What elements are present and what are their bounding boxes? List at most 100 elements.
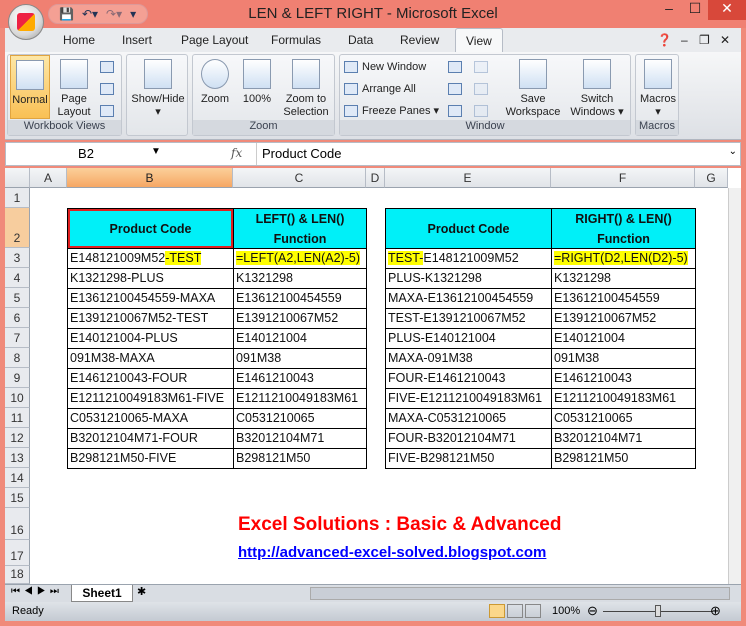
insert-function-button[interactable]: fx (231, 146, 242, 160)
normal-view-icon[interactable] (489, 604, 505, 618)
insert-sheet-icon[interactable]: ✱ (137, 585, 146, 598)
cell-f4[interactable]: K1321298 (551, 268, 696, 289)
column-header-C[interactable]: C (233, 168, 366, 188)
sync-scroll-icon[interactable] (474, 83, 492, 96)
cell-b4[interactable]: K1321298-PLUS (67, 268, 234, 289)
cell-e11[interactable]: MAXA-C0531210065 (385, 408, 552, 429)
side-by-side-icon[interactable] (474, 61, 492, 74)
cell-f5[interactable]: E13612100454559 (551, 288, 696, 309)
cell-e6[interactable]: TEST-E1391210067M52 (385, 308, 552, 329)
cell-e13[interactable]: FIVE-B298121M50 (385, 448, 552, 469)
office-button[interactable] (8, 4, 44, 40)
sheet-tab-sheet1[interactable]: Sheet1 (71, 585, 133, 602)
restore-icon[interactable]: ❐ (699, 33, 710, 47)
freeze-panes-button[interactable]: Freeze Panes ▾ (344, 105, 439, 118)
name-box-dropdown-icon[interactable]: ▼ (151, 146, 161, 157)
maximize-button[interactable]: ☐ (682, 0, 708, 20)
cell-c6[interactable]: E1391210067M52 (233, 308, 367, 329)
cell-b5[interactable]: E13612100454559-MAXA (67, 288, 234, 309)
help-icon[interactable]: ❓ (657, 33, 672, 47)
page-break-preview-icon[interactable] (100, 61, 118, 74)
cell-e9[interactable]: FOUR-E1461210043 (385, 368, 552, 389)
cell-b12[interactable]: B32012104M71-FOUR (67, 428, 234, 449)
name-box[interactable]: B2 (6, 143, 166, 165)
row-header-6[interactable]: 6 (5, 308, 30, 328)
cell-f9[interactable]: E1461210043 (551, 368, 696, 389)
tab-data[interactable]: Data (348, 33, 373, 47)
cell-c5[interactable]: E13612100454559 (233, 288, 367, 309)
cell-b13[interactable]: B298121M50-FIVE (67, 448, 234, 469)
cell-e3[interactable]: TEST-E148121009M52 (385, 248, 552, 269)
row-header-10[interactable]: 10 (5, 388, 30, 408)
save-workspace-button[interactable]: Save Workspace (500, 59, 566, 119)
tab-view[interactable]: View (455, 28, 503, 53)
cell-c3[interactable]: =LEFT(A2,LEN(A2)-5) (233, 248, 367, 269)
minimize-button[interactable]: – (656, 0, 682, 20)
cell-f10[interactable]: E1211210049183M61 (551, 388, 696, 409)
cell-c10[interactable]: E1211210049183M61 (233, 388, 367, 409)
doc-close-icon[interactable]: ✕ (720, 33, 730, 47)
column-header-F[interactable]: F (551, 168, 695, 188)
tab-home[interactable]: Home (63, 33, 95, 47)
row-header-14[interactable]: 14 (5, 468, 30, 488)
custom-views-icon[interactable] (100, 83, 118, 96)
cell-e2-header[interactable]: Product Code (385, 208, 552, 249)
row-header-7[interactable]: 7 (5, 328, 30, 348)
macros-button[interactable]: Macros ▾ (638, 59, 678, 119)
hide-icon[interactable] (448, 83, 466, 96)
horizontal-scrollbar[interactable] (310, 587, 730, 600)
new-window-button[interactable]: New Window (344, 61, 426, 74)
cell-c13[interactable]: B298121M50 (233, 448, 367, 469)
row-header-16[interactable]: 16 (5, 508, 30, 540)
row-header-12[interactable]: 12 (5, 428, 30, 448)
cell-b9[interactable]: E1461210043-FOUR (67, 368, 234, 389)
cell-c9[interactable]: E1461210043 (233, 368, 367, 389)
zoom-to-selection-button[interactable]: Zoom to Selection (279, 59, 333, 119)
cell-c7[interactable]: E140121004 (233, 328, 367, 349)
cell-b8[interactable]: 091M38-MAXA (67, 348, 234, 369)
cell-c12[interactable]: B32012104M71 (233, 428, 367, 449)
vertical-scrollbar[interactable] (728, 188, 741, 584)
column-header-D[interactable]: D (366, 168, 385, 188)
tab-formulas[interactable]: Formulas (271, 33, 321, 47)
row-header-17[interactable]: 17 (5, 540, 30, 566)
cell-f6[interactable]: E1391210067M52 (551, 308, 696, 329)
row-header-15[interactable]: 15 (5, 488, 30, 508)
zoom-button[interactable]: Zoom (197, 59, 233, 106)
page-break-view-icon[interactable] (525, 604, 541, 618)
cell-f2-header[interactable]: RIGHT() & LEN() Function (551, 208, 696, 249)
cell-b2-header[interactable]: Product Code (67, 208, 234, 249)
sheet-nav-buttons[interactable]: ⏮◀▶⏭ (11, 586, 63, 597)
row-header-2[interactable]: 2 (5, 208, 30, 248)
cell-e10[interactable]: FIVE-E1211210049183M61 (385, 388, 552, 409)
tab-insert[interactable]: Insert (122, 33, 152, 47)
cell-b7[interactable]: E140121004-PLUS (67, 328, 234, 349)
cell-b10[interactable]: E1211210049183M61-FIVE (67, 388, 234, 409)
row-header-9[interactable]: 9 (5, 368, 30, 388)
show-hide-button[interactable]: Show/Hide ▾ (129, 59, 187, 119)
close-button[interactable]: ✕ (708, 0, 746, 20)
cell-f8[interactable]: 091M38 (551, 348, 696, 369)
row-header-4[interactable]: 4 (5, 268, 30, 288)
cell-c2-header[interactable]: LEFT() & LEN() Function (233, 208, 367, 249)
zoom-slider-thumb[interactable] (655, 605, 661, 617)
cell-f7[interactable]: E140121004 (551, 328, 696, 349)
cell-f12[interactable]: B32012104M71 (551, 428, 696, 449)
unhide-icon[interactable] (448, 105, 466, 118)
cell-c8[interactable]: 091M38 (233, 348, 367, 369)
cell-b11[interactable]: C0531210065-MAXA (67, 408, 234, 429)
cell-b6[interactable]: E1391210067M52-TEST (67, 308, 234, 329)
cell-e12[interactable]: FOUR-B32012104M71 (385, 428, 552, 449)
row-header-18[interactable]: 18 (5, 566, 30, 584)
row-header-1[interactable]: 1 (5, 188, 30, 208)
row-header-3[interactable]: 3 (5, 248, 30, 268)
full-screen-icon[interactable] (100, 105, 118, 118)
blog-link[interactable]: http://advanced-excel-solved.blogspot.co… (238, 544, 546, 561)
page-layout-view-button[interactable]: Page Layout (54, 59, 94, 119)
customize-icon[interactable]: ▾ (130, 7, 136, 21)
cell-e4[interactable]: PLUS-K1321298 (385, 268, 552, 289)
cell-c4[interactable]: K1321298 (233, 268, 367, 289)
expand-formula-icon[interactable]: ⌄ (729, 146, 737, 157)
tab-page-layout[interactable]: Page Layout (181, 33, 248, 47)
cell-f3[interactable]: =RIGHT(D2,LEN(D2)-5) (551, 248, 696, 269)
